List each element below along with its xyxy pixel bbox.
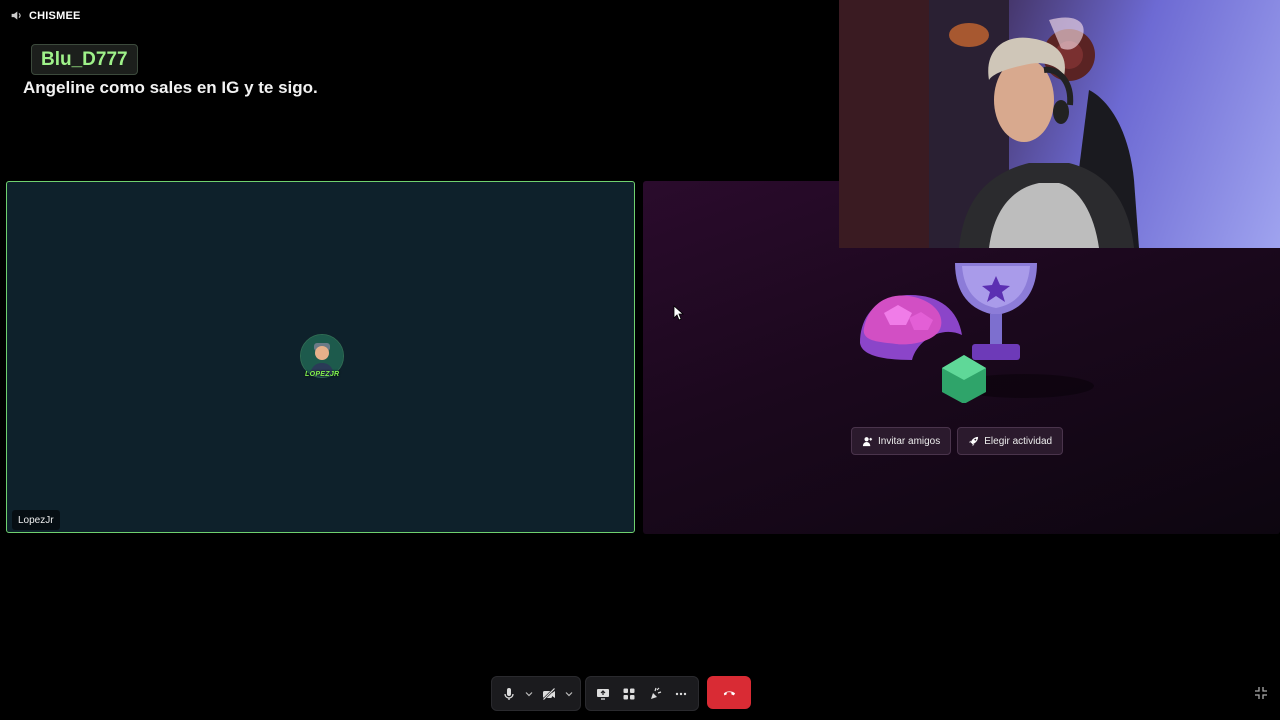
mouse-cursor-icon: [673, 305, 685, 321]
participant-tile[interactable]: LOPEZJR LopezJr: [6, 181, 635, 533]
chat-message: Angeline como sales en IG y te sigo.: [23, 78, 318, 97]
activities-button[interactable]: [616, 681, 642, 707]
more-button[interactable]: [668, 681, 694, 707]
speaker-icon: [11, 11, 21, 20]
channel-header: CHISMEE: [10, 9, 81, 22]
activities-icon: [623, 688, 635, 699]
camera-button[interactable]: [536, 681, 562, 707]
choose-activity-label: Elegir actividad: [984, 435, 1053, 447]
invite-friends-button[interactable]: Invitar amigos: [851, 427, 952, 455]
mute-button[interactable]: [496, 681, 522, 707]
invite-friends-label: Invitar amigos: [878, 435, 941, 447]
chevron-down-icon: [565, 691, 573, 696]
exit-fullscreen-icon[interactable]: [1254, 686, 1268, 700]
audio-options-button[interactable]: [522, 681, 536, 707]
screen-share-icon: [597, 688, 609, 700]
channel-name: CHISMEE: [29, 9, 81, 22]
call-controls: [491, 676, 751, 711]
chevron-down-icon: [525, 691, 533, 696]
participant-name: LopezJr: [12, 510, 60, 530]
more-icon: [675, 692, 687, 695]
video-options-button[interactable]: [562, 681, 576, 707]
hang-up-icon: [723, 691, 735, 696]
extra-controls: [585, 676, 699, 711]
screen-share-button[interactable]: [590, 681, 616, 707]
rocket-icon: [969, 436, 979, 446]
soundboard-icon: [651, 687, 662, 699]
invite-user-icon: [862, 436, 873, 446]
choose-activity-button[interactable]: Elegir actividad: [957, 427, 1064, 455]
soundboard-button[interactable]: [642, 681, 668, 707]
avatar-tag: LOPEZJR: [305, 371, 340, 378]
camera-off-icon: [542, 686, 556, 701]
chat-username: Blu_D777: [31, 44, 138, 75]
media-controls: [491, 676, 581, 711]
streamer-webcam: [839, 0, 1280, 248]
microphone-icon: [504, 687, 514, 700]
disconnect-button[interactable]: [707, 676, 751, 709]
activity-illustration: [854, 258, 1094, 404]
activity-actions: Invitar amigos Elegir actividad: [851, 427, 1064, 455]
